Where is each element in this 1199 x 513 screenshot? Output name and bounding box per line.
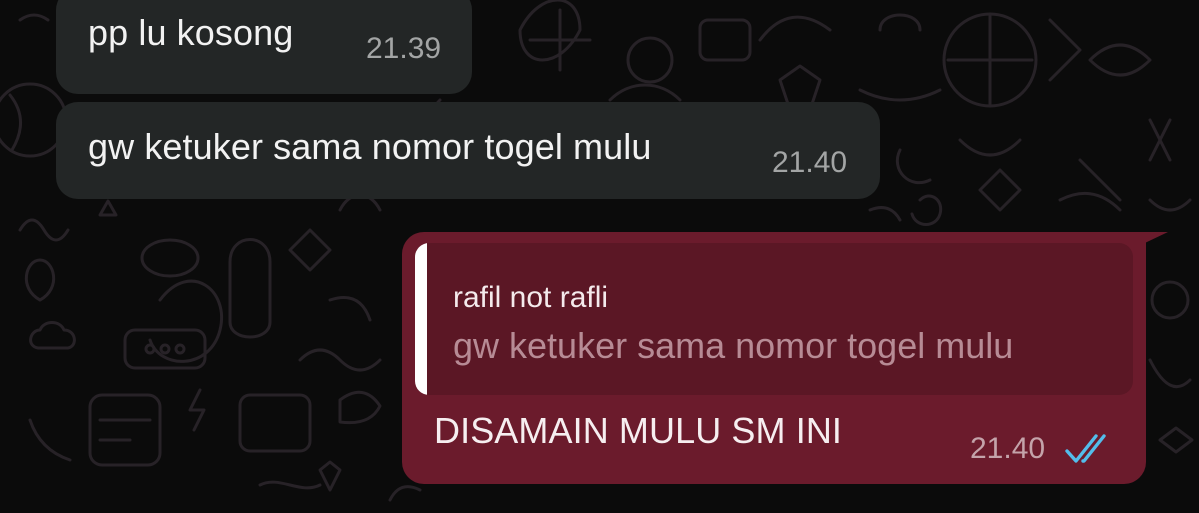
outgoing-message-bubble[interactable]: rafil not rafli gw ketuker sama nomor to… [402,232,1146,484]
message-text: gw ketuker sama nomor togel mulu [88,126,652,167]
message-timestamp: 21.39 [366,32,442,65]
message-timestamp: 21.40 [772,146,848,179]
quoted-reply[interactable]: rafil not rafli gw ketuker sama nomor to… [415,243,1133,395]
incoming-message-bubble[interactable]: gw ketuker sama nomor togel mulu 21.40 [56,102,880,199]
quote-accent-bar [415,243,427,395]
quoted-author: rafil not rafli [453,281,609,314]
quoted-text: gw ketuker sama nomor togel mulu [453,325,1014,366]
message-text: pp lu kosong [88,12,294,53]
incoming-message-bubble[interactable]: pp lu kosong 21.39 [56,0,472,94]
double-check-read-icon [1065,434,1106,463]
message-text: DISAMAIN MULU SM INI [434,410,843,451]
message-timestamp: 21.40 [970,432,1046,465]
